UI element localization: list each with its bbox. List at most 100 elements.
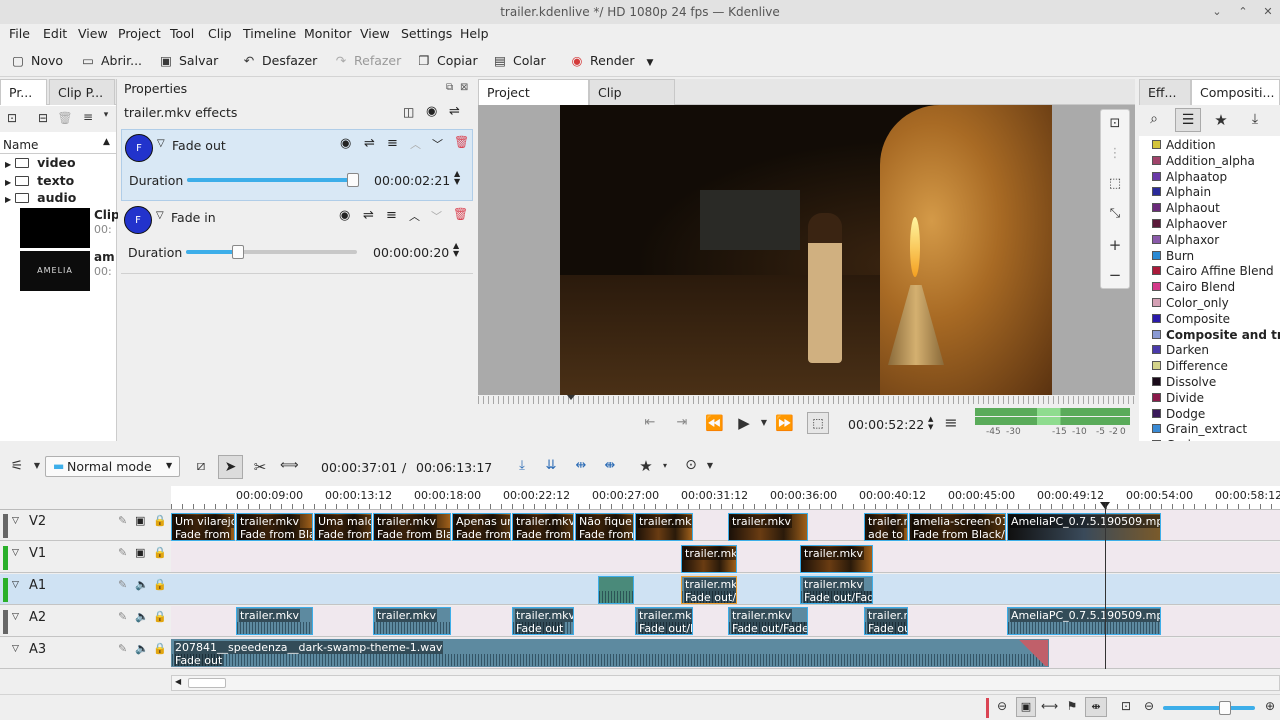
search-icon[interactable]: ⌕	[1145, 111, 1163, 127]
duration-slider[interactable]	[186, 245, 357, 259]
lock-icon[interactable]: 🔒	[153, 578, 167, 591]
eye-icon[interactable]: ◉	[339, 208, 350, 223]
close-panel-icon[interactable]: ⊠	[460, 82, 468, 93]
tab-clip-monitor[interactable]: Clip Monitor	[589, 79, 675, 126]
lock-icon[interactable]: 🔒	[153, 546, 167, 559]
composition-item[interactable]: Dodge	[1152, 406, 1205, 422]
menu-tool[interactable]: Tool	[170, 26, 194, 41]
menu-project[interactable]: Project	[118, 26, 161, 41]
composition-item[interactable]: Burn	[1152, 248, 1194, 264]
set-zone-in-icon[interactable]: ⇤	[642, 415, 658, 430]
timeline-clip[interactable]: trailer.mkv	[635, 513, 693, 541]
menu-icon[interactable]: ≡	[387, 136, 398, 151]
timeline-clip[interactable]: Não fique nFade from	[575, 513, 634, 541]
spin-up-icon[interactable]: ▲ ▼	[453, 242, 459, 258]
slider-handle[interactable]	[347, 173, 359, 187]
timeline-clip[interactable]: trailer.mkvFade out/F	[681, 576, 737, 604]
chevron-down-icon[interactable]: ▼	[705, 461, 715, 470]
lock-icon[interactable]: 🔒	[153, 642, 167, 655]
monitor-timecode[interactable]: 00:00:52:22	[848, 417, 924, 432]
track-name[interactable]: A1	[29, 578, 46, 593]
save-icon[interactable]: ▣	[1016, 697, 1036, 717]
timeline-clip[interactable]	[598, 576, 634, 604]
video-frame[interactable]	[560, 105, 1052, 395]
track-name[interactable]: V1	[29, 546, 46, 561]
timeline-clip[interactable]: trailer.mFade ou	[864, 607, 908, 635]
open-button[interactable]: ▭ Abrir...	[80, 52, 142, 70]
track-name[interactable]: A2	[29, 610, 46, 625]
track-name[interactable]: V2	[29, 514, 46, 529]
spacer-tool-icon[interactable]: ⟺	[280, 458, 299, 473]
timeline-ruler[interactable]: 00:00:09:00 00:00:13:12 00:00:18:00 00:0…	[171, 486, 1280, 510]
expand-icon[interactable]: ▶	[5, 195, 11, 204]
collapse-chevron-icon[interactable]: ▽	[157, 138, 165, 149]
clip-thumbnail-amelia[interactable]: AMELIA	[20, 251, 90, 291]
timeline-clip[interactable]: trailer.mkv	[728, 513, 808, 541]
adjust-icon[interactable]: ⇌	[364, 136, 375, 151]
duration-value[interactable]: 00:00:00:20	[373, 245, 449, 260]
play-icon[interactable]: ▶	[735, 414, 753, 432]
effect-fade-in[interactable]: F ▽ Fade in ◉ ⇌ ≡ ︿ ﹀ 🗑 Duration 00:00:0…	[121, 202, 473, 274]
menu-clip[interactable]: Clip	[208, 26, 232, 41]
timeline-clip[interactable]: trailer.mkvFade out/Fade	[728, 607, 808, 635]
bin-folder-audio[interactable]: ▶ audio	[0, 189, 116, 207]
composition-item[interactable]: Cairo Blend	[1152, 279, 1235, 295]
composition-item[interactable]: Addition	[1152, 137, 1216, 153]
zoom-slider[interactable]	[1163, 701, 1255, 715]
grid-icon[interactable]: ⋮	[1107, 146, 1123, 161]
zoom-fit-icon[interactable]: ⊡	[1107, 116, 1123, 131]
effect-stack-icon[interactable]: ✎	[118, 610, 127, 623]
chevron-down-icon[interactable]: ▾	[660, 461, 670, 470]
timeline-clip[interactable]: trailer.mkv Fade out	[512, 607, 574, 635]
timeline-effects-icon[interactable]: ⊙	[682, 457, 700, 473]
composition-item[interactable]: Addition_alpha	[1152, 153, 1255, 169]
timeline-clip[interactable]: trailer.made to	[864, 513, 908, 541]
fast-forward-icon[interactable]: ⏩	[775, 414, 794, 432]
zoom-in-icon[interactable]: +	[1107, 236, 1123, 254]
slider-handle[interactable]	[232, 245, 244, 259]
hide-track-icon[interactable]: ▣	[135, 514, 145, 527]
fit-zoom-icon[interactable]: ⊖	[994, 699, 1010, 713]
timeline-clip[interactable]: amelia-screen-01.j Fade from Black/F	[909, 513, 1006, 541]
maximize-icon[interactable]: ⌃	[1236, 5, 1250, 19]
tab-clip-properties[interactable]: Clip P...	[49, 79, 115, 105]
chevron-down-icon[interactable]: ▼	[759, 418, 769, 427]
zoom-in-icon[interactable]: ⊕	[1262, 699, 1278, 713]
effect-stack-icon[interactable]: ✎	[118, 514, 127, 527]
timeline-clip[interactable]: trailer.mkvFade out/F	[635, 607, 693, 635]
resize-icon[interactable]: ⤡	[1107, 206, 1123, 221]
lock-icon[interactable]: 🔒	[153, 514, 167, 527]
menu-help[interactable]: Help	[460, 26, 489, 41]
close-icon[interactable]: ✕	[1261, 5, 1275, 19]
zoom-out-icon[interactable]: ⊖	[1141, 699, 1157, 713]
track-header-a2[interactable]: ▽ A2 ✎ 🔈 🔒	[0, 606, 171, 637]
collapse-chevron-icon[interactable]: ▽	[12, 612, 19, 622]
composition-item[interactable]: Alphaatop	[1152, 169, 1227, 185]
menu-view[interactable]: View	[78, 26, 108, 41]
move-down-icon[interactable]: ﹀	[432, 136, 443, 152]
adjust-icon[interactable]: ⇌	[449, 104, 460, 119]
snap-icon[interactable]: ⟷	[1041, 699, 1058, 713]
menu-icon[interactable]: ≡	[80, 110, 96, 124]
zoom-out-icon[interactable]: −	[1107, 266, 1123, 284]
timeline-scrollbar[interactable]: ◀	[171, 675, 1280, 691]
move-up-icon[interactable]: ︿	[410, 136, 421, 152]
timeline-clip[interactable]: AmeliaPC_0.7.5.190509.mp4	[1007, 607, 1161, 635]
add-clip-icon[interactable]: ⊡	[4, 111, 20, 125]
marker-flag-icon[interactable]: ⚑	[1064, 699, 1080, 713]
composition-item[interactable]: Composite and tra	[1152, 327, 1280, 343]
new-button[interactable]: ▢ Novo	[10, 52, 63, 70]
eye-icon[interactable]: ◉	[340, 136, 351, 151]
eye-icon[interactable]: ◉	[426, 104, 437, 119]
timeline-clip[interactable]: 207841__speedenza__dark-swamp-theme-1.wa…	[171, 639, 1049, 667]
menu-view-2[interactable]: View	[360, 26, 390, 41]
add-folder-icon[interactable]: ⊟	[35, 111, 51, 125]
menu-monitor[interactable]: Monitor	[304, 26, 352, 41]
lock-icon[interactable]: 🔒	[153, 610, 167, 623]
undo-button[interactable]: ↶ Desfazer	[241, 52, 318, 70]
lift-zone-icon[interactable]: ⇼	[601, 458, 619, 473]
split-compare-icon[interactable]: ◫	[403, 105, 414, 119]
select-tool-icon[interactable]: ➤	[218, 455, 243, 479]
rewind-icon[interactable]: ⏪	[705, 414, 724, 432]
menu-edit[interactable]: Edit	[43, 26, 67, 41]
